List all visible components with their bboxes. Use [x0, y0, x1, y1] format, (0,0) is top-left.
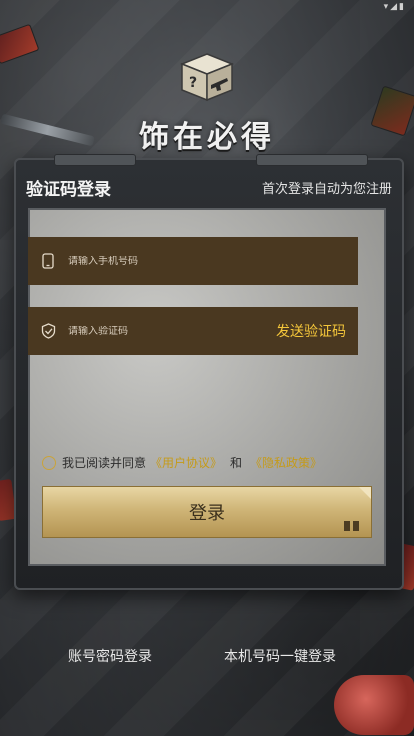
one-click-login-link[interactable]: 本机号码一键登录 — [224, 646, 336, 666]
send-code-button[interactable]: 发送验证码 — [276, 321, 346, 341]
panel-header: 验证码登录 首次登录自动为您注册 — [16, 170, 402, 204]
agreement-row: 我已阅读并同意 《用户协议》 和 《隐私政策》 — [42, 454, 326, 471]
shield-check-icon — [40, 323, 56, 339]
password-login-link[interactable]: 账号密码登录 — [68, 646, 152, 666]
panel-tab-decoration — [256, 154, 368, 166]
verification-code-input[interactable] — [68, 325, 276, 337]
glove-decoration — [334, 675, 414, 735]
svg-text:?: ? — [189, 75, 197, 91]
phone-field — [28, 237, 358, 285]
privacy-policy-link[interactable]: 《隐私政策》 — [250, 454, 322, 471]
logo-area: ? 饰在必得 — [0, 52, 414, 156]
code-field: 发送验证码 — [28, 307, 358, 355]
login-button-label: 登录 — [189, 503, 225, 524]
login-button[interactable]: 登录 — [42, 486, 372, 538]
app-title: 饰在必得 — [139, 120, 275, 155]
login-mode-title: 验证码登录 — [26, 179, 111, 200]
button-corner-decoration — [359, 487, 371, 499]
mystery-box-icon: ? — [179, 52, 235, 102]
agreement-and: 和 — [230, 456, 243, 470]
phone-icon — [40, 253, 56, 269]
auto-register-hint: 首次登录自动为您注册 — [261, 181, 392, 197]
phone-input[interactable] — [68, 255, 358, 267]
panel-tab-decoration — [54, 154, 136, 166]
user-agreement-link[interactable]: 《用户协议》 — [150, 454, 222, 471]
status-bar-icons: ▾◢▮ — [383, 2, 406, 12]
agreement-radio[interactable] — [42, 455, 56, 470]
button-bars-decoration — [344, 521, 359, 531]
agreement-prefix: 我已阅读并同意 — [62, 456, 147, 470]
